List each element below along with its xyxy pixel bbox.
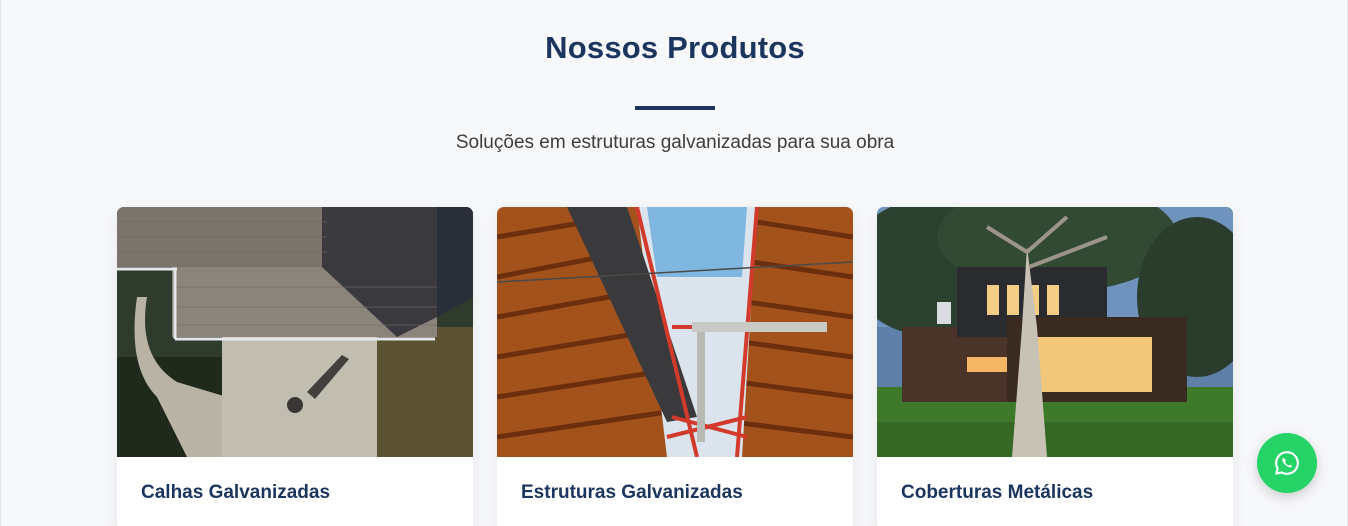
products-section: Nossos Produtos Soluções em estruturas g… bbox=[0, 0, 1348, 526]
title-underline bbox=[635, 106, 715, 110]
section-title: Nossos Produtos bbox=[545, 30, 805, 65]
product-card-coberturas[interactable]: Coberturas Metálicas bbox=[877, 207, 1233, 526]
modern-house-photo bbox=[877, 207, 1233, 457]
whatsapp-icon bbox=[1275, 451, 1299, 475]
product-card-estruturas[interactable]: Estruturas Galvanizadas bbox=[497, 207, 853, 526]
product-card-calhas[interactable]: Calhas Galvanizadas bbox=[117, 207, 473, 526]
whatsapp-button[interactable] bbox=[1257, 433, 1317, 493]
product-title[interactable]: Calhas Galvanizadas bbox=[141, 482, 330, 504]
aerial-roof-photo bbox=[117, 207, 473, 457]
section-subtitle: Soluções em estruturas galvanizadas para… bbox=[455, 132, 895, 153]
product-title[interactable]: Coberturas Metálicas bbox=[901, 482, 1093, 504]
roof-structure-photo bbox=[497, 207, 853, 457]
product-title[interactable]: Estruturas Galvanizadas bbox=[521, 482, 743, 504]
